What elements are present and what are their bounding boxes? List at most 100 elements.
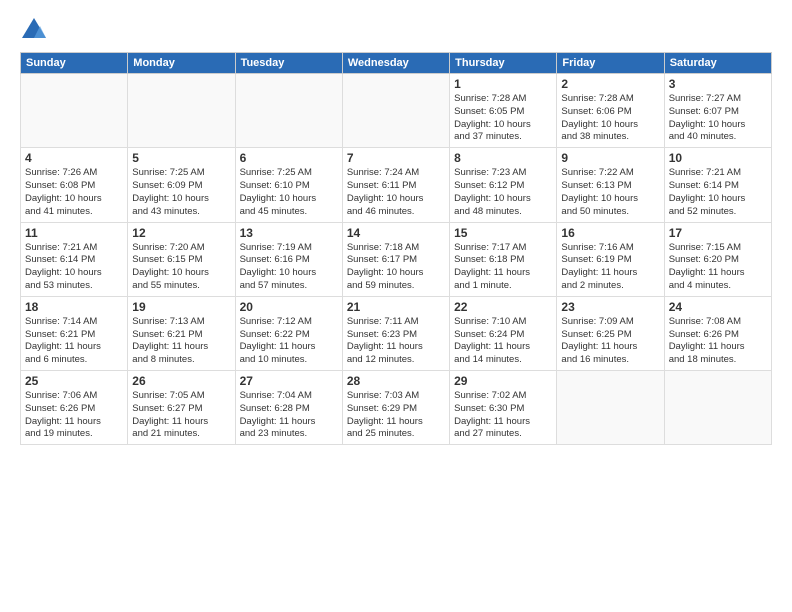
calendar-cell: 28 Sunrise: 7:03 AMSunset: 6:29 PMDayligh… xyxy=(342,371,449,445)
day-info: Sunrise: 7:24 AMSunset: 6:11 PMDaylight:… xyxy=(347,167,445,218)
page: SundayMondayTuesdayWednesdayThursdayFrid… xyxy=(0,0,792,612)
calendar-cell: 27 Sunrise: 7:04 AMSunset: 6:28 PMDayligh… xyxy=(235,371,342,445)
calendar-cell: 19 Sunrise: 7:13 AMSunset: 6:21 PMDayligh… xyxy=(128,296,235,370)
day-info: Sunrise: 7:14 AMSunset: 6:21 PMDaylight:… xyxy=(25,316,123,367)
calendar-cell: 17Sunrise: 7:15 AMSunset: 6:20 PMDayligh… xyxy=(664,222,771,296)
day-info: Sunrise: 7:13 AMSunset: 6:21 PMDaylight:… xyxy=(132,316,230,367)
calendar-header-sunday: Sunday xyxy=(21,53,128,74)
day-number: 8 xyxy=(454,151,552,165)
day-number: 1 xyxy=(454,77,552,91)
calendar-cell: 9 Sunrise: 7:22 AMSunset: 6:13 PMDaylight… xyxy=(557,148,664,222)
day-info: Sunrise: 7:04 AMSunset: 6:28 PMDaylight:… xyxy=(240,390,338,441)
logo xyxy=(20,16,52,44)
calendar-cell: 1 Sunrise: 7:28 AMSunset: 6:05 PMDaylight… xyxy=(450,74,557,148)
day-info: Sunrise: 7:28 AMSunset: 6:05 PMDaylight:… xyxy=(454,93,552,144)
calendar-header-monday: Monday xyxy=(128,53,235,74)
day-info: Sunrise: 7:28 AMSunset: 6:06 PMDaylight:… xyxy=(561,93,659,144)
day-info: Sunrise: 7:15 AMSunset: 6:20 PMDaylight:… xyxy=(669,242,767,293)
calendar-cell: 15 Sunrise: 7:17 AMSunset: 6:18 PMDayligh… xyxy=(450,222,557,296)
day-info: Sunrise: 7:25 AMSunset: 6:10 PMDaylight:… xyxy=(240,167,338,218)
calendar-cell: 10Sunrise: 7:21 AMSunset: 6:14 PMDayligh… xyxy=(664,148,771,222)
day-number: 19 xyxy=(132,300,230,314)
day-info: Sunrise: 7:21 AMSunset: 6:14 PMDaylight:… xyxy=(25,242,123,293)
calendar-header-thursday: Thursday xyxy=(450,53,557,74)
day-number: 26 xyxy=(132,374,230,388)
day-info: Sunrise: 7:19 AMSunset: 6:16 PMDaylight:… xyxy=(240,242,338,293)
calendar-cell: 5 Sunrise: 7:25 AMSunset: 6:09 PMDaylight… xyxy=(128,148,235,222)
day-info: Sunrise: 7:21 AMSunset: 6:14 PMDaylight:… xyxy=(669,167,767,218)
day-info: Sunrise: 7:27 AMSunset: 6:07 PMDaylight:… xyxy=(669,93,767,144)
day-info: Sunrise: 7:25 AMSunset: 6:09 PMDaylight:… xyxy=(132,167,230,218)
calendar-cell: 26 Sunrise: 7:05 AMSunset: 6:27 PMDayligh… xyxy=(128,371,235,445)
calendar-cell xyxy=(21,74,128,148)
day-number: 11 xyxy=(25,226,123,240)
day-number: 3 xyxy=(669,77,767,91)
calendar-cell: 20 Sunrise: 7:12 AMSunset: 6:22 PMDayligh… xyxy=(235,296,342,370)
day-number: 27 xyxy=(240,374,338,388)
day-number: 9 xyxy=(561,151,659,165)
calendar-cell: 24 Sunrise: 7:08 AMSunset: 6:26 PMDayligh… xyxy=(664,296,771,370)
day-info: Sunrise: 7:09 AMSunset: 6:25 PMDaylight:… xyxy=(561,316,659,367)
calendar-cell: 7 Sunrise: 7:24 AMSunset: 6:11 PMDaylight… xyxy=(342,148,449,222)
day-info: Sunrise: 7:18 AMSunset: 6:17 PMDaylight:… xyxy=(347,242,445,293)
day-number: 25 xyxy=(25,374,123,388)
calendar-header-row: SundayMondayTuesdayWednesdayThursdayFrid… xyxy=(21,53,772,74)
calendar-cell: 16 Sunrise: 7:16 AMSunset: 6:19 PMDayligh… xyxy=(557,222,664,296)
calendar-cell: 8 Sunrise: 7:23 AMSunset: 6:12 PMDaylight… xyxy=(450,148,557,222)
day-number: 14 xyxy=(347,226,445,240)
calendar-cell: 14 Sunrise: 7:18 AMSunset: 6:17 PMDayligh… xyxy=(342,222,449,296)
day-number: 5 xyxy=(132,151,230,165)
calendar-header-wednesday: Wednesday xyxy=(342,53,449,74)
day-number: 18 xyxy=(25,300,123,314)
day-number: 16 xyxy=(561,226,659,240)
day-number: 15 xyxy=(454,226,552,240)
day-number: 23 xyxy=(561,300,659,314)
day-info: Sunrise: 7:08 AMSunset: 6:26 PMDaylight:… xyxy=(669,316,767,367)
day-number: 21 xyxy=(347,300,445,314)
day-info: Sunrise: 7:10 AMSunset: 6:24 PMDaylight:… xyxy=(454,316,552,367)
day-info: Sunrise: 7:20 AMSunset: 6:15 PMDaylight:… xyxy=(132,242,230,293)
day-number: 24 xyxy=(669,300,767,314)
day-number: 20 xyxy=(240,300,338,314)
header xyxy=(20,16,772,44)
calendar-week-1: 4 Sunrise: 7:26 AMSunset: 6:08 PMDaylight… xyxy=(21,148,772,222)
calendar-week-4: 25 Sunrise: 7:06 AMSunset: 6:26 PMDayligh… xyxy=(21,371,772,445)
day-info: Sunrise: 7:23 AMSunset: 6:12 PMDaylight:… xyxy=(454,167,552,218)
day-number: 22 xyxy=(454,300,552,314)
calendar-cell: 13 Sunrise: 7:19 AMSunset: 6:16 PMDayligh… xyxy=(235,222,342,296)
calendar-header-tuesday: Tuesday xyxy=(235,53,342,74)
calendar-cell: 6 Sunrise: 7:25 AMSunset: 6:10 PMDaylight… xyxy=(235,148,342,222)
calendar-cell: 12 Sunrise: 7:20 AMSunset: 6:15 PMDayligh… xyxy=(128,222,235,296)
calendar-cell: 11 Sunrise: 7:21 AMSunset: 6:14 PMDayligh… xyxy=(21,222,128,296)
day-number: 28 xyxy=(347,374,445,388)
calendar-cell: 18 Sunrise: 7:14 AMSunset: 6:21 PMDayligh… xyxy=(21,296,128,370)
day-info: Sunrise: 7:26 AMSunset: 6:08 PMDaylight:… xyxy=(25,167,123,218)
day-number: 6 xyxy=(240,151,338,165)
day-info: Sunrise: 7:03 AMSunset: 6:29 PMDaylight:… xyxy=(347,390,445,441)
day-info: Sunrise: 7:22 AMSunset: 6:13 PMDaylight:… xyxy=(561,167,659,218)
calendar-cell: 3 Sunrise: 7:27 AMSunset: 6:07 PMDaylight… xyxy=(664,74,771,148)
calendar-cell: 25 Sunrise: 7:06 AMSunset: 6:26 PMDayligh… xyxy=(21,371,128,445)
calendar-cell: 23 Sunrise: 7:09 AMSunset: 6:25 PMDayligh… xyxy=(557,296,664,370)
calendar-cell xyxy=(235,74,342,148)
calendar-cell: 4 Sunrise: 7:26 AMSunset: 6:08 PMDaylight… xyxy=(21,148,128,222)
calendar-week-0: 1 Sunrise: 7:28 AMSunset: 6:05 PMDaylight… xyxy=(21,74,772,148)
day-number: 4 xyxy=(25,151,123,165)
day-number: 13 xyxy=(240,226,338,240)
day-info: Sunrise: 7:06 AMSunset: 6:26 PMDaylight:… xyxy=(25,390,123,441)
calendar-header-friday: Friday xyxy=(557,53,664,74)
day-number: 7 xyxy=(347,151,445,165)
day-info: Sunrise: 7:17 AMSunset: 6:18 PMDaylight:… xyxy=(454,242,552,293)
day-info: Sunrise: 7:12 AMSunset: 6:22 PMDaylight:… xyxy=(240,316,338,367)
day-number: 12 xyxy=(132,226,230,240)
day-info: Sunrise: 7:16 AMSunset: 6:19 PMDaylight:… xyxy=(561,242,659,293)
calendar-cell xyxy=(664,371,771,445)
day-info: Sunrise: 7:11 AMSunset: 6:23 PMDaylight:… xyxy=(347,316,445,367)
calendar-week-2: 11 Sunrise: 7:21 AMSunset: 6:14 PMDayligh… xyxy=(21,222,772,296)
calendar-cell: 29Sunrise: 7:02 AMSunset: 6:30 PMDayligh… xyxy=(450,371,557,445)
calendar-header-saturday: Saturday xyxy=(664,53,771,74)
day-info: Sunrise: 7:05 AMSunset: 6:27 PMDaylight:… xyxy=(132,390,230,441)
logo-icon xyxy=(20,16,48,44)
day-info: Sunrise: 7:02 AMSunset: 6:30 PMDaylight:… xyxy=(454,390,552,441)
calendar-cell xyxy=(128,74,235,148)
